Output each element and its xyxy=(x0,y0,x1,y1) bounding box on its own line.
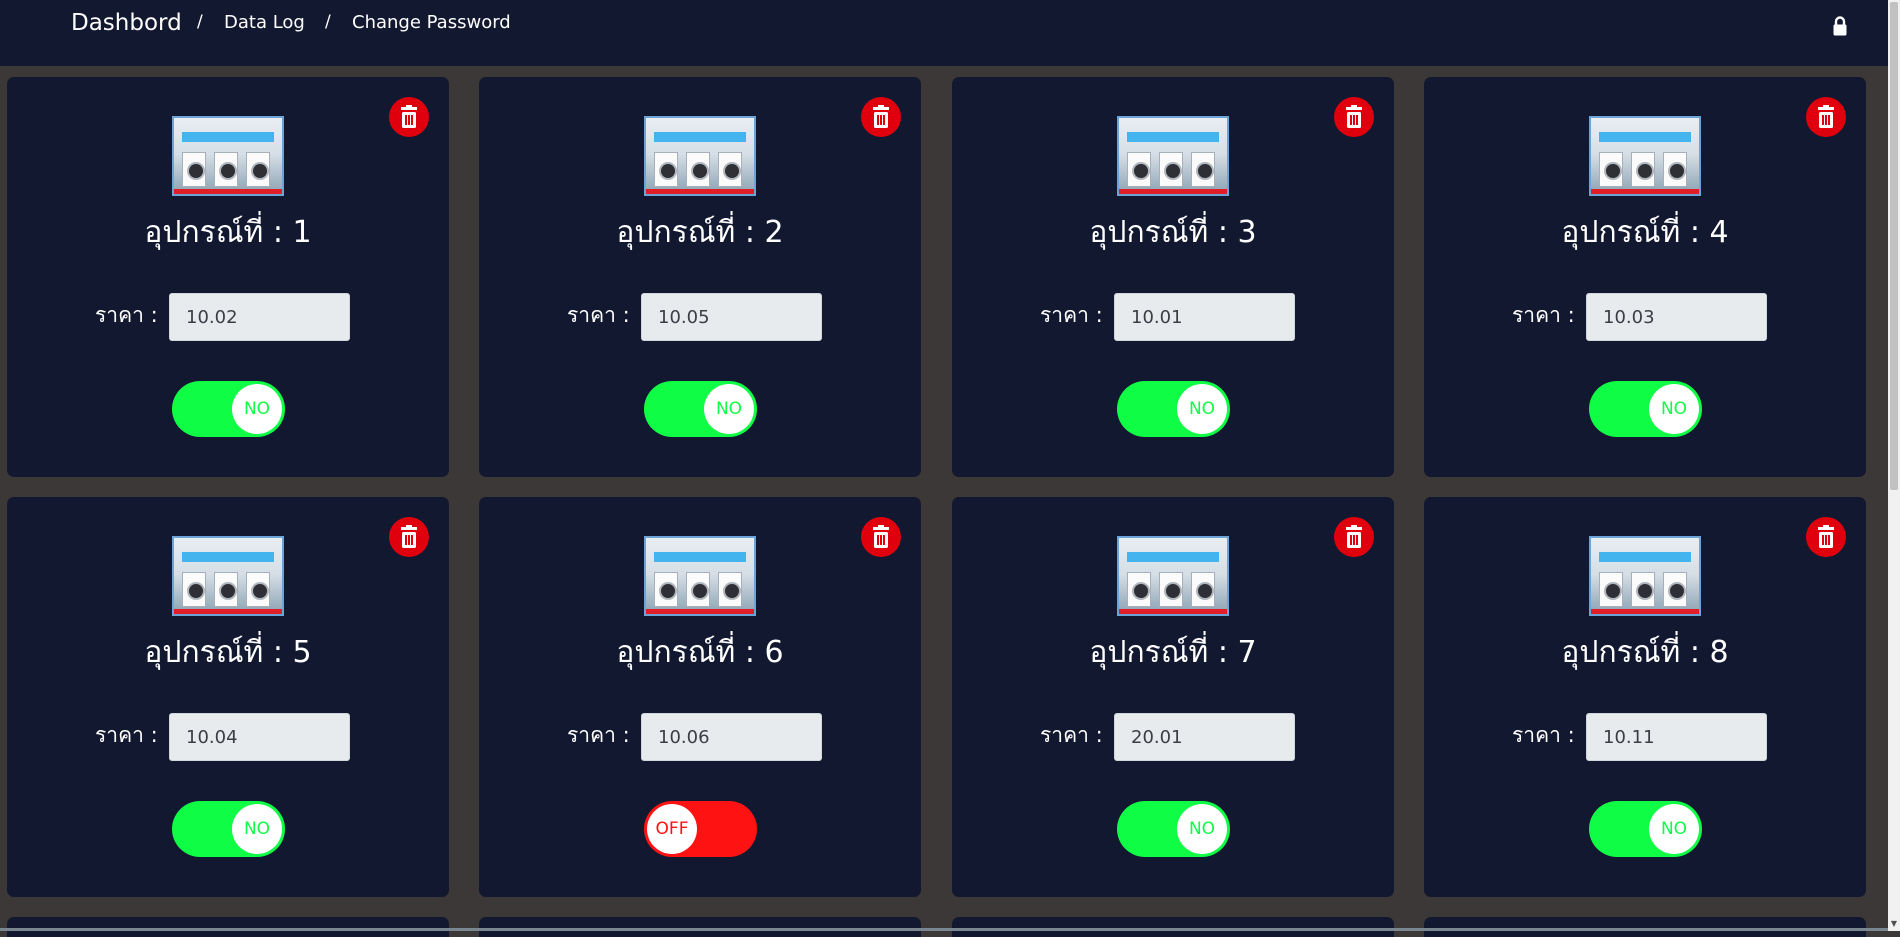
status-toggle[interactable]: NO xyxy=(1117,381,1230,437)
device-title: อุปกรณ์ที่ : 3 xyxy=(1089,215,1257,250)
price-input[interactable] xyxy=(169,293,350,341)
scroll-down-icon[interactable]: ▼ xyxy=(1889,919,1899,929)
delete-device-button[interactable] xyxy=(1334,97,1374,137)
laundry-machine-image xyxy=(172,536,284,616)
price-input[interactable] xyxy=(1114,713,1295,761)
price-input[interactable] xyxy=(1586,713,1767,761)
device-card-7: อุปกรณ์ที่ : 7 ราคา : NO xyxy=(952,497,1394,897)
trash-icon xyxy=(1818,105,1834,128)
trash-icon xyxy=(873,525,889,548)
delete-device-button[interactable] xyxy=(389,517,429,557)
price-label: ราคา : xyxy=(1512,303,1575,327)
device-card-partial xyxy=(479,917,921,937)
device-card-partial xyxy=(1424,917,1866,937)
status-toggle-label: OFF xyxy=(647,804,697,854)
device-card-1: อุปกรณ์ที่ : 1 ราคา : NO xyxy=(7,77,449,477)
vertical-scrollbar[interactable]: ▼ xyxy=(1888,0,1900,931)
device-title: อุปกรณ์ที่ : 7 xyxy=(1089,635,1257,670)
device-card-partial xyxy=(952,917,1394,937)
laundry-machine-image xyxy=(172,116,284,196)
status-toggle-label: NO xyxy=(1649,384,1699,434)
status-toggle[interactable]: OFF xyxy=(644,801,757,857)
trash-icon xyxy=(401,525,417,548)
price-label: ราคา : xyxy=(567,723,630,747)
trash-icon xyxy=(1346,105,1362,128)
status-toggle-label: NO xyxy=(1649,804,1699,854)
device-title: อุปกรณ์ที่ : 2 xyxy=(616,215,784,250)
laundry-machine-image xyxy=(1589,536,1701,616)
status-toggle[interactable]: NO xyxy=(644,381,757,437)
nav-link-change-password[interactable]: Change Password xyxy=(352,12,511,33)
device-title: อุปกรณ์ที่ : 5 xyxy=(144,635,312,670)
delete-device-button[interactable] xyxy=(1806,517,1846,557)
device-card-5: อุปกรณ์ที่ : 5 ราคา : NO xyxy=(7,497,449,897)
status-toggle-label: NO xyxy=(232,804,282,854)
delete-device-button[interactable] xyxy=(389,97,429,137)
breadcrumb-separator: / xyxy=(325,12,331,32)
device-title: อุปกรณ์ที่ : 4 xyxy=(1561,215,1729,250)
delete-device-button[interactable] xyxy=(1806,97,1846,137)
device-card-2: อุปกรณ์ที่ : 2 ราคา : NO xyxy=(479,77,921,477)
price-input[interactable] xyxy=(641,293,822,341)
status-toggle-label: NO xyxy=(1177,804,1227,854)
delete-device-button[interactable] xyxy=(1334,517,1374,557)
status-toggle[interactable]: NO xyxy=(1589,381,1702,437)
price-input[interactable] xyxy=(169,713,350,761)
trash-icon xyxy=(873,105,889,128)
laundry-machine-image xyxy=(644,536,756,616)
price-label: ราคา : xyxy=(1512,723,1575,747)
status-toggle[interactable]: NO xyxy=(1589,801,1702,857)
laundry-machine-image xyxy=(644,116,756,196)
delete-device-button[interactable] xyxy=(861,517,901,557)
price-input[interactable] xyxy=(641,713,822,761)
price-input[interactable] xyxy=(1114,293,1295,341)
price-label: ราคา : xyxy=(95,303,158,327)
laundry-machine-image xyxy=(1117,536,1229,616)
device-card-4: อุปกรณ์ที่ : 4 ราคา : NO xyxy=(1424,77,1866,477)
delete-device-button[interactable] xyxy=(861,97,901,137)
status-toggle[interactable]: NO xyxy=(172,801,285,857)
status-toggle-label: NO xyxy=(232,384,282,434)
status-toggle[interactable]: NO xyxy=(172,381,285,437)
laundry-machine-image xyxy=(1117,116,1229,196)
status-toggle-label: NO xyxy=(1177,384,1227,434)
device-card-partial xyxy=(7,917,449,937)
trash-icon xyxy=(1346,525,1362,548)
status-toggle-label: NO xyxy=(704,384,754,434)
price-label: ราคา : xyxy=(95,723,158,747)
price-label: ราคา : xyxy=(1040,723,1103,747)
top-navbar: Dashbord / Data Log / Change Password xyxy=(0,0,1888,66)
scrollbar-thumb[interactable] xyxy=(1890,2,1898,490)
nav-link-data-log[interactable]: Data Log xyxy=(224,12,305,33)
device-card-3: อุปกรณ์ที่ : 3 ราคา : NO xyxy=(952,77,1394,477)
lock-icon[interactable] xyxy=(1832,15,1848,37)
breadcrumb-separator: / xyxy=(197,12,203,32)
device-title: อุปกรณ์ที่ : 8 xyxy=(1561,635,1729,670)
trash-icon xyxy=(401,105,417,128)
device-title: อุปกรณ์ที่ : 6 xyxy=(616,635,784,670)
trash-icon xyxy=(1818,525,1834,548)
price-input[interactable] xyxy=(1586,293,1767,341)
price-label: ราคา : xyxy=(567,303,630,327)
price-label: ราคา : xyxy=(1040,303,1103,327)
device-title: อุปกรณ์ที่ : 1 xyxy=(144,215,312,250)
nav-brand-dashboard[interactable]: Dashbord xyxy=(71,10,182,36)
device-card-8: อุปกรณ์ที่ : 8 ราคา : NO xyxy=(1424,497,1866,897)
status-toggle[interactable]: NO xyxy=(1117,801,1230,857)
laundry-machine-image xyxy=(1589,116,1701,196)
device-card-6: อุปกรณ์ที่ : 6 ราคา : OFF xyxy=(479,497,921,897)
